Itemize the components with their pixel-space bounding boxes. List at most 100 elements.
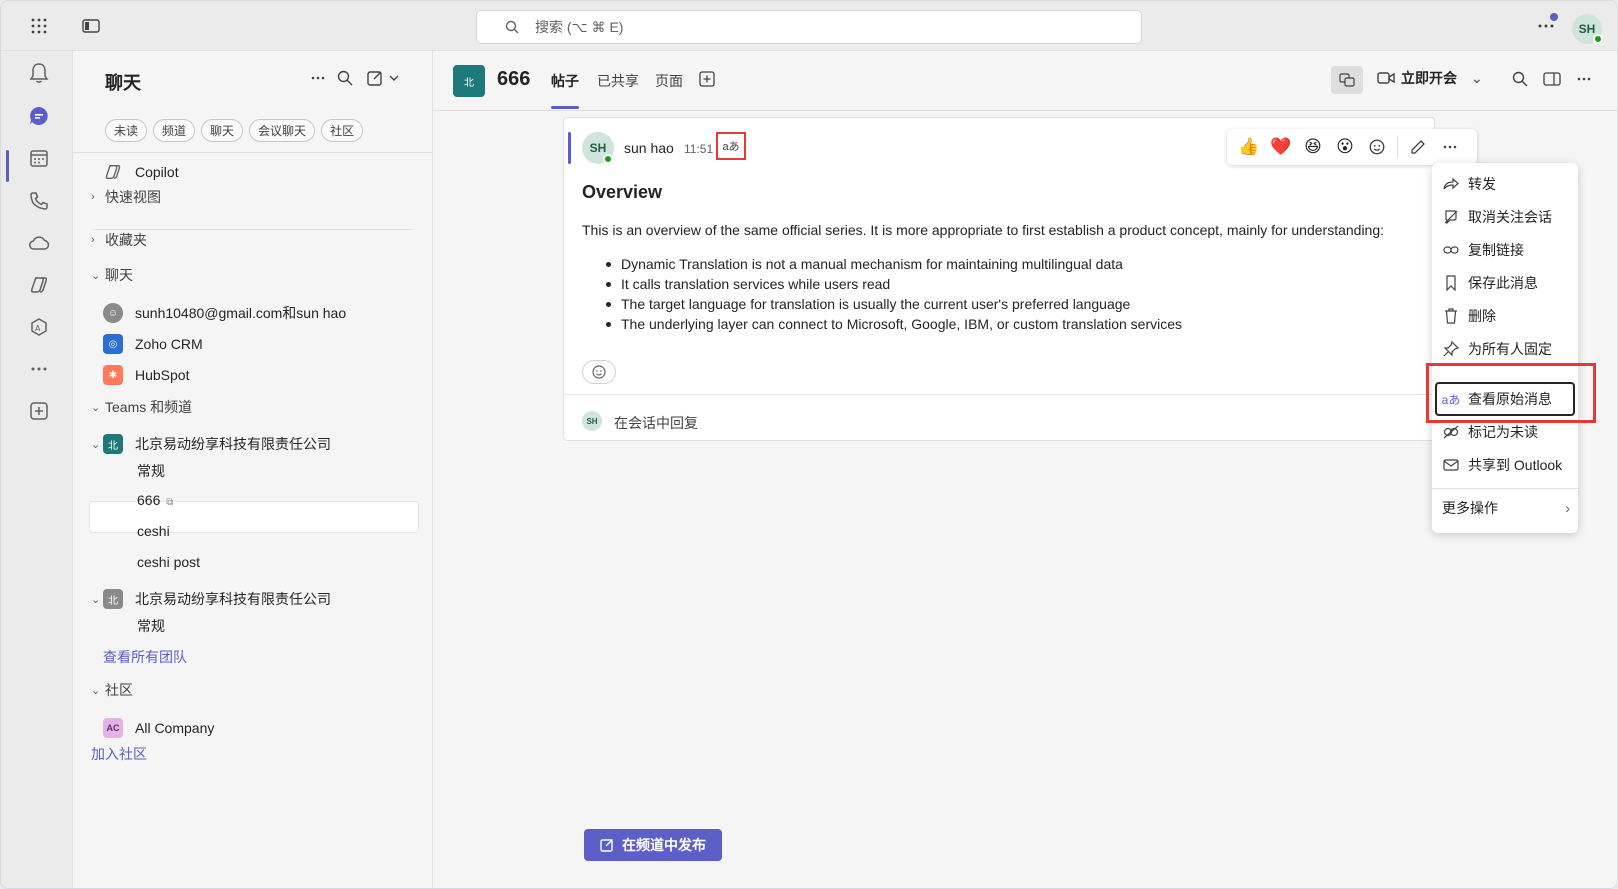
add-apps-icon[interactable] bbox=[25, 397, 53, 425]
bookmark-icon bbox=[1442, 274, 1460, 292]
team-item-2[interactable]: ⌄ 北 北京易动纷享科技有限责任公司 bbox=[89, 584, 419, 614]
chat-item-zoho[interactable]: ◎ Zoho CRM bbox=[89, 329, 419, 359]
onedrive-icon[interactable] bbox=[25, 229, 53, 257]
menu-item-mark-unread[interactable]: 标记为未读 bbox=[1442, 420, 1538, 444]
reaction-laugh[interactable]: 😆 bbox=[1301, 135, 1325, 159]
community-name: All Company bbox=[135, 720, 215, 736]
channel-item-ceshi-post[interactable]: ceshi post bbox=[137, 554, 200, 570]
menu-item-label: 标记为未读 bbox=[1468, 424, 1538, 440]
unfollow-icon bbox=[1442, 208, 1460, 226]
mark-unread-icon bbox=[1442, 423, 1460, 441]
meet-now-button[interactable]: 立即开会 ⌄ bbox=[1377, 68, 1483, 88]
menu-item-save[interactable]: 保存此消息 bbox=[1442, 271, 1538, 295]
author-name[interactable]: sun hao bbox=[624, 140, 674, 156]
chevron-right-icon: › bbox=[91, 234, 95, 246]
copilot-item[interactable]: Copilot bbox=[89, 157, 419, 187]
apps-translate-icon[interactable]: A bbox=[25, 313, 53, 341]
post-in-channel-button[interactable]: 在频道中发布 bbox=[584, 829, 722, 861]
community-item[interactable]: AC All Company bbox=[89, 713, 419, 743]
channel-label: 666 bbox=[137, 492, 161, 508]
reaction-toolbar: 👍 ❤️ 😆 😮 bbox=[1227, 129, 1477, 165]
menu-item-label: 转发 bbox=[1468, 176, 1496, 192]
filter-channels[interactable]: 频道 bbox=[153, 119, 196, 142]
section-teams[interactable]: ⌄ Teams 和频道 bbox=[91, 395, 192, 419]
menu-item-share-outlook[interactable]: 共享到 Outlook bbox=[1442, 453, 1562, 477]
menu-item-label: 取消关注会话 bbox=[1468, 209, 1552, 225]
tab-shared[interactable]: 已共享 bbox=[597, 71, 639, 91]
menu-item-delete[interactable]: 删除 bbox=[1442, 304, 1496, 328]
reaction-heart[interactable]: ❤️ bbox=[1269, 135, 1293, 159]
reaction-surprised[interactable]: 😮 bbox=[1333, 135, 1357, 159]
menu-item-pin[interactable]: 为所有人固定 bbox=[1442, 337, 1552, 361]
chat-icon[interactable] bbox=[25, 102, 53, 130]
channel-item-general-2[interactable]: 常规 bbox=[137, 616, 165, 636]
filter-chats[interactable]: 聊天 bbox=[201, 119, 244, 142]
team-badge: 北 bbox=[103, 589, 123, 609]
pin-icon bbox=[1442, 340, 1460, 358]
translated-indicator-icon[interactable]: aあ bbox=[716, 132, 746, 160]
more-options-icon[interactable] bbox=[1438, 135, 1462, 159]
notification-dot bbox=[1550, 13, 1558, 21]
menu-item-copy-link[interactable]: 复制链接 bbox=[1442, 238, 1524, 262]
app-launcher-icon[interactable] bbox=[27, 14, 51, 38]
section-favorites[interactable]: › 收藏夹 bbox=[91, 228, 147, 252]
menu-item-unfollow[interactable]: 取消关注会话 bbox=[1442, 205, 1552, 229]
post-title: Overview bbox=[582, 182, 663, 202]
more-apps-icon[interactable] bbox=[25, 355, 53, 383]
section-label: 收藏夹 bbox=[105, 232, 147, 248]
search-icon[interactable] bbox=[1512, 71, 1528, 87]
chevron-down-icon[interactable]: ⌄ bbox=[1471, 70, 1483, 87]
chat-label: Zoho CRM bbox=[135, 336, 203, 352]
team-name: 北京易动纷享科技有限责任公司 bbox=[135, 436, 331, 452]
filter-meeting-chats[interactable]: 会议聊天 bbox=[249, 119, 316, 142]
calendar-icon[interactable] bbox=[25, 144, 53, 172]
search-input[interactable]: 搜索 (⌥ ⌘ E) bbox=[476, 10, 1142, 44]
edit-icon[interactable] bbox=[1406, 135, 1430, 159]
channel-info-icon[interactable] bbox=[1543, 71, 1561, 87]
post-timestamp: 11:51 bbox=[684, 142, 714, 156]
channel-item-666[interactable]: 666 ⧉ bbox=[137, 492, 173, 508]
copilot-icon bbox=[103, 162, 123, 182]
list-item: The underlying layer can connect to Micr… bbox=[604, 314, 1182, 334]
chevron-down-icon: ⌄ bbox=[91, 684, 101, 697]
sidebar-toggle-icon[interactable] bbox=[79, 14, 103, 38]
menu-item-label: 为所有人固定 bbox=[1468, 341, 1552, 357]
see-all-teams-link[interactable]: 查看所有团队 bbox=[103, 647, 187, 667]
chat-label: HubSpot bbox=[135, 367, 190, 383]
chevron-down-icon: ⌄ bbox=[91, 269, 101, 282]
filter-unread[interactable]: 未读 bbox=[105, 119, 148, 142]
search-icon[interactable] bbox=[337, 70, 353, 86]
chat-item-gmail[interactable]: ☺ sunh10480@gmail.com和sun hao bbox=[89, 298, 419, 328]
team-item-1[interactable]: ⌄ 北 北京易动纷享科技有限责任公司 bbox=[89, 429, 419, 459]
activity-icon[interactable] bbox=[25, 59, 53, 87]
menu-item-more-actions[interactable]: 更多操作 › bbox=[1442, 496, 1570, 520]
reaction-like[interactable]: 👍 bbox=[1237, 135, 1261, 159]
calls-icon[interactable] bbox=[25, 187, 53, 215]
more-options-icon[interactable] bbox=[1577, 77, 1591, 81]
section-chats[interactable]: ⌄ 聊天 bbox=[91, 263, 133, 287]
team-badge: 北 bbox=[453, 65, 485, 97]
hubspot-icon: ✱ bbox=[103, 365, 123, 385]
copilot-icon[interactable] bbox=[25, 271, 53, 299]
section-communities[interactable]: ⌄ 社区 bbox=[91, 678, 133, 702]
add-reaction-icon[interactable] bbox=[1365, 135, 1389, 159]
more-options-icon[interactable] bbox=[311, 76, 325, 80]
add-reaction-icon[interactable] bbox=[582, 360, 616, 384]
reply-in-thread-button[interactable]: 在会话中回复 bbox=[614, 413, 698, 433]
channel-item-ceshi[interactable]: ceshi bbox=[137, 523, 170, 539]
trash-icon bbox=[1442, 307, 1460, 325]
add-tab-icon[interactable] bbox=[699, 71, 715, 87]
channel-item-general[interactable]: 常规 bbox=[137, 461, 165, 481]
join-community-link[interactable]: 加入社区 bbox=[91, 744, 147, 764]
tab-pages[interactable]: 页面 bbox=[655, 71, 683, 91]
translate-toggle-icon[interactable] bbox=[1331, 66, 1363, 94]
channel-post[interactable]: SH sun hao 11:51 aあ Overview This is an … bbox=[563, 117, 1435, 441]
filter-communities[interactable]: 社区 bbox=[321, 119, 364, 142]
chat-item-hubspot[interactable]: ✱ HubSpot bbox=[89, 360, 419, 390]
menu-item-forward[interactable]: 转发 bbox=[1442, 172, 1496, 196]
section-quick-views[interactable]: › 快速视图 bbox=[91, 185, 161, 209]
new-chat-icon[interactable] bbox=[367, 70, 401, 86]
active-indicator bbox=[6, 150, 9, 182]
team-badge: 北 bbox=[103, 434, 123, 454]
tab-posts[interactable]: 帖子 bbox=[551, 71, 579, 91]
